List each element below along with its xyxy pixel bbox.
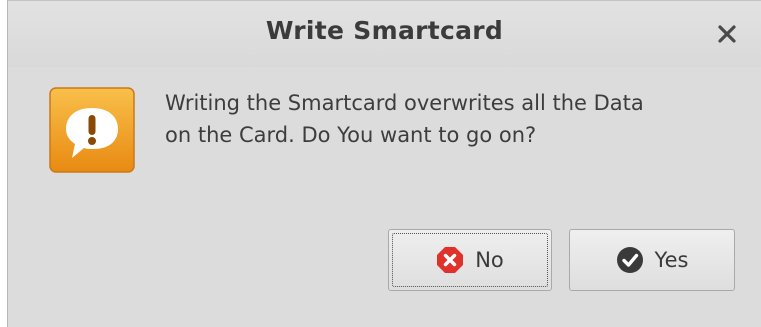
yes-button[interactable]: Yes	[569, 229, 735, 291]
focus-ring	[392, 233, 548, 287]
close-button[interactable]	[712, 19, 742, 49]
dialog-title: Write Smartcard	[265, 16, 504, 45]
yes-button-label: Yes	[654, 248, 689, 272]
no-button-label: No	[475, 248, 504, 272]
no-button[interactable]: No	[388, 229, 552, 291]
dialog-message: Writing the Smartcard overwrites all the…	[165, 87, 755, 151]
message-line-2: on the Card. Do You want to go on?	[165, 123, 537, 147]
title-bar: Write Smartcard	[8, 1, 761, 67]
checkmark-icon	[616, 246, 644, 274]
cancel-x-icon	[436, 246, 464, 274]
close-icon	[718, 25, 736, 43]
message-line-1: Writing the Smartcard overwrites all the…	[165, 91, 644, 115]
warning-speech-bubble-icon	[48, 86, 136, 174]
dialog-window: Write Smartcard Writing the Smartcard ov…	[7, 0, 761, 327]
